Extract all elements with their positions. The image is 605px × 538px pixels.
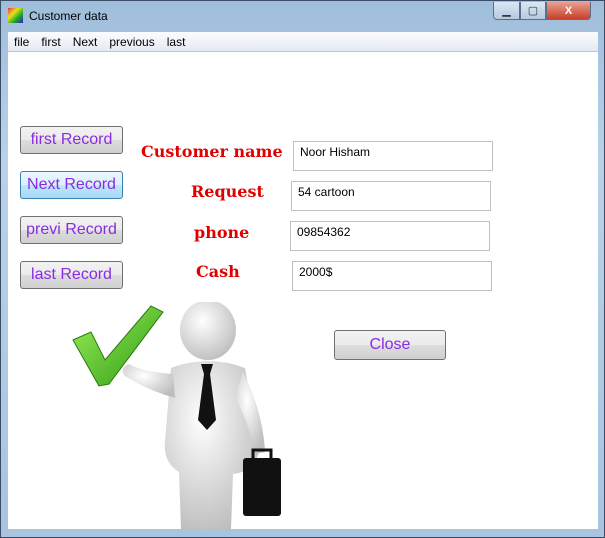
businessman-checkmark-illustration: [72, 302, 281, 529]
briefcase-icon: [243, 458, 281, 516]
minimize-button[interactable]: ▁: [493, 2, 520, 20]
close-window-button[interactable]: X: [546, 2, 591, 20]
close-button[interactable]: Close: [334, 330, 446, 360]
maximize-button[interactable]: ▢: [520, 2, 546, 20]
menu-last[interactable]: last: [161, 35, 192, 49]
menu-previous[interactable]: previous: [103, 35, 160, 49]
cash-label: Cash: [196, 262, 240, 281]
cash-field[interactable]: 2000$: [292, 261, 492, 291]
menu-first[interactable]: first: [35, 35, 66, 49]
previous-record-button[interactable]: previ Record: [20, 216, 123, 244]
window: Customer data ▁ ▢ X file first Next prev…: [0, 0, 605, 538]
first-record-button[interactable]: first Record: [20, 126, 123, 154]
phone-label: phone: [194, 223, 250, 242]
menu-bar: file first Next previous last: [8, 32, 598, 52]
next-record-button[interactable]: Next Record: [20, 171, 123, 199]
phone-field[interactable]: 09854362: [290, 221, 490, 251]
customer-name-label: Customer name: [141, 142, 283, 161]
last-record-button[interactable]: last Record: [20, 261, 123, 289]
window-title: Customer data: [29, 9, 108, 23]
request-label: Request: [191, 182, 264, 201]
menu-file[interactable]: file: [8, 35, 35, 49]
form-area: first Record Next Record previ Record la…: [8, 52, 598, 529]
app-icon: [8, 8, 23, 23]
menu-next[interactable]: Next: [67, 35, 104, 49]
customer-name-field[interactable]: Noor Hisham: [293, 141, 493, 171]
request-field[interactable]: 54 cartoon: [291, 181, 491, 211]
